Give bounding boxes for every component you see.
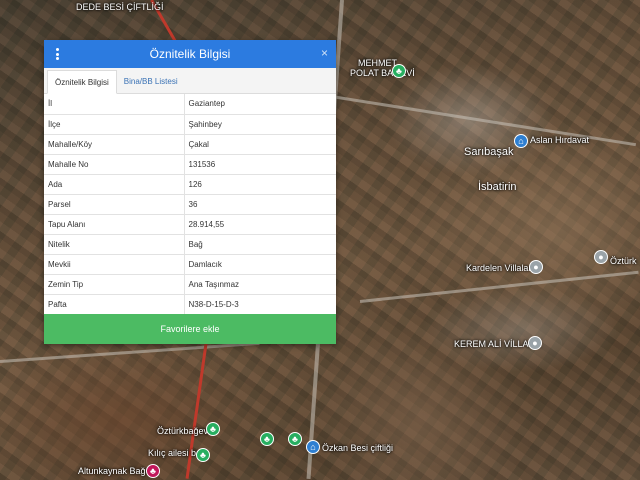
attribute-value: Şahinbey [184,114,336,135]
map-label-aslan-hirdavat: Aslan Hırdavat [530,135,590,145]
attribute-table: İl Gaziantep İlçe Şahinbey Mahalle/Köy Çakal M… [44,94,336,315]
attribute-key: Zemin Tip [44,274,185,295]
table-row: Nitelik Bağ [44,234,336,255]
map-road [359,270,639,303]
attribute-value: Ana Taşınmaz [184,274,336,295]
lodging-pin-icon[interactable]: ● [529,260,543,274]
attribute-value: Çakal [184,134,336,155]
attribute-value: Damlacık [184,254,336,275]
tree-pin-icon[interactable]: ♣ [146,464,160,478]
map-label-altunkaynak: Altunkaynak Bağ E [78,466,155,476]
table-row: Parsel 36 [44,194,336,215]
lodging-pin-icon[interactable]: ● [528,336,542,350]
shop-pin-icon[interactable]: ⌂ [514,134,528,148]
shop-pin-icon[interactable]: ⌂ [306,440,320,454]
attribute-info-dialog: Öznitelik Bilgisi × Öznitelik Bilgisi Bi… [44,40,336,344]
tree-pin-icon[interactable]: ♣ [196,448,210,462]
map-label-mehmet: MEHMET [358,58,397,68]
table-row: İlçe Şahinbey [44,114,336,135]
tree-pin-icon[interactable]: ♣ [260,432,274,446]
tree-pin-icon[interactable]: ♣ [392,64,406,78]
attribute-value: 126 [184,174,336,195]
table-row: Mevkii Damlacık [44,254,336,275]
table-row: Pafta N38-D-15-D-3 [44,294,336,315]
map-label-ozturk-bagevi: Öztürkbağevi [157,426,211,436]
attribute-value: 131536 [184,154,336,175]
table-row: Zemin Tip Ana Taşınmaz [44,274,336,295]
attribute-key: Nitelik [44,234,185,255]
lodging-pin-icon[interactable]: ● [594,250,608,264]
attribute-value: N38-D-15-D-3 [184,294,336,315]
attribute-value: 36 [184,194,336,215]
tab-building-list[interactable]: Bina/BB Listesi [117,69,185,93]
dialog-tabs: Öznitelik Bilgisi Bina/BB Listesi [44,68,336,94]
map-label-saribasak: Sarıbaşak [464,146,514,158]
vertical-ellipsis-icon[interactable] [52,46,62,62]
table-row: Mahalle/Köy Çakal [44,134,336,155]
map-road [0,341,260,363]
attribute-key: Tapu Alanı [44,214,185,235]
attribute-value: 28.914,55 [184,214,336,235]
attribute-key: Pafta [44,294,185,315]
attribute-value: Gaziantep [184,94,336,115]
tree-pin-icon[interactable]: ♣ [206,422,220,436]
close-icon[interactable]: × [321,46,328,60]
attribute-key: Ada [44,174,185,195]
map-label-isbatirin: İsbatirin [478,181,517,193]
add-to-favorites-button[interactable]: Favorilere ekle [44,314,336,344]
attribute-key: İlçe [44,114,185,135]
attribute-key: Mahalle/Köy [44,134,185,155]
map-label-dede-besi: DEDE BESİ ÇİFTLİĞİ [76,2,164,12]
table-row: Mahalle No 131536 [44,154,336,175]
attribute-key: İl [44,94,185,115]
tree-pin-icon[interactable]: ♣ [288,432,302,446]
attribute-key: Parsel [44,194,185,215]
table-row: Tapu Alanı 28.914,55 [44,214,336,235]
attribute-key: Mevkii [44,254,185,275]
map-label-kardelen: Kardelen Villaları [466,263,534,273]
attribute-key: Mahalle No [44,154,185,175]
map-label-ozkan-besi: Özkan Besi çiftliği [322,443,394,453]
map-label-ozturk: Öztürk [610,256,637,266]
dialog-title: Öznitelik Bilgisi [149,47,231,61]
dialog-header: Öznitelik Bilgisi × [44,40,336,68]
tab-attribute-info[interactable]: Öznitelik Bilgisi [47,70,117,94]
table-row: İl Gaziantep [44,94,336,115]
attribute-value: Bağ [184,234,336,255]
table-row: Ada 126 [44,174,336,195]
